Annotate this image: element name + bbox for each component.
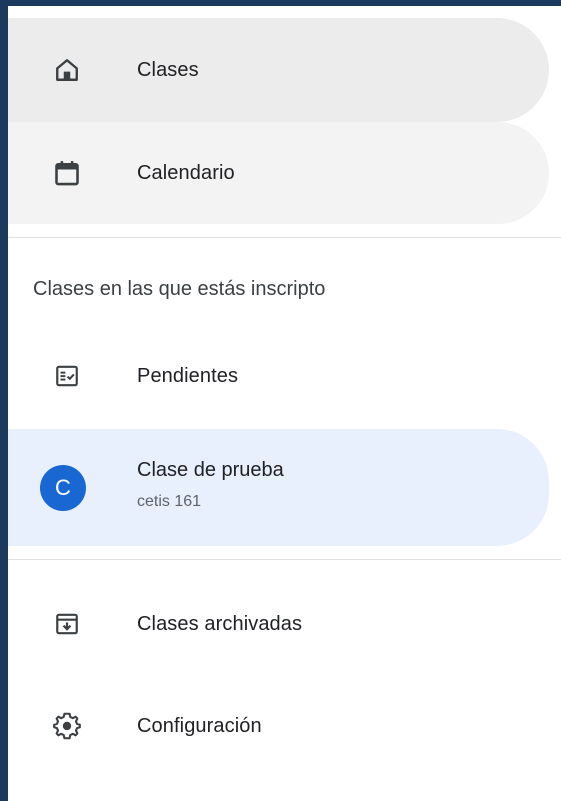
nav-item-label: Configuración (137, 714, 262, 737)
nav-item-clases-archivadas[interactable]: Clases archivadas (8, 576, 549, 672)
divider (8, 559, 561, 560)
nav-item-configuracion[interactable]: Configuración (8, 678, 549, 774)
window-frame: Clases Calendario Clases en las que está… (0, 0, 561, 801)
nav-item-clases[interactable]: Clases (8, 18, 549, 122)
nav-item-pendientes[interactable]: Pendientes (8, 328, 549, 424)
class-name: Clase de prueba (137, 459, 284, 481)
enrolled-section-title: Clases en las que estás inscripto (33, 278, 326, 300)
class-item[interactable]: C Clase de prueba cetis 161 (8, 429, 549, 546)
gear-icon (52, 711, 82, 741)
divider (8, 237, 561, 238)
nav-item-label: Pendientes (137, 364, 239, 387)
archive-icon (52, 609, 82, 639)
nav-item-label: Clases archivadas (137, 612, 303, 635)
class-avatar: C (40, 465, 86, 511)
nav-item-label: Clases (137, 58, 199, 81)
home-icon (52, 55, 82, 85)
nav-item-calendario[interactable]: Calendario (8, 122, 549, 224)
assignment-check-icon (52, 361, 82, 391)
side-navigation-panel: Clases Calendario Clases en las que está… (8, 6, 561, 801)
class-section: cetis 161 (137, 493, 202, 510)
nav-item-label: Calendario (137, 161, 235, 184)
calendar-icon (52, 158, 82, 188)
